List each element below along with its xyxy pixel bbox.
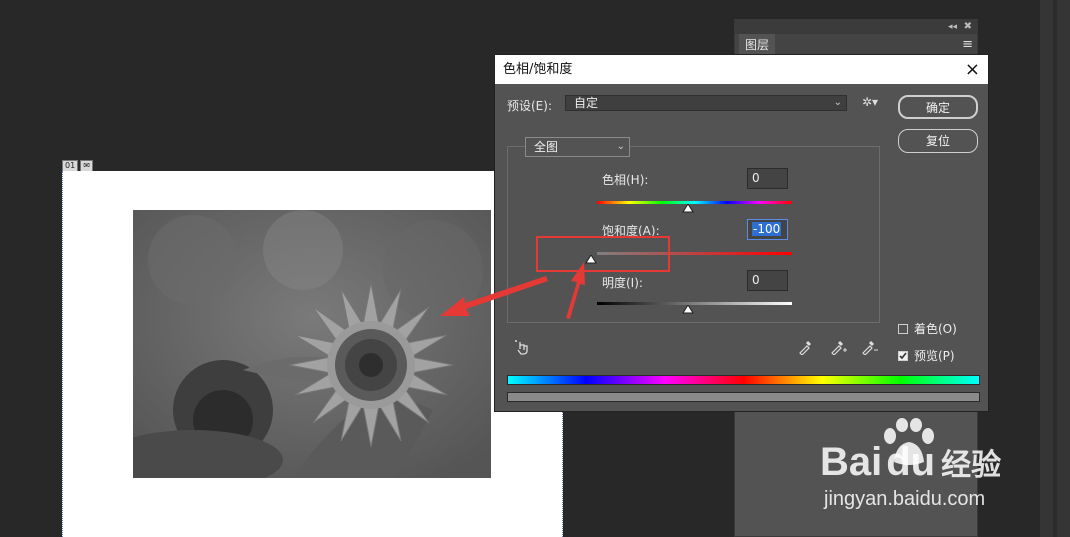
checkbox-box[interactable]: [898, 323, 908, 334]
close-icon[interactable]: ×: [965, 55, 980, 84]
preset-label: 预设(E):: [507, 99, 552, 113]
dialog-title: 色相/饱和度: [503, 62, 573, 77]
preset-dropdown[interactable]: 自定 ⌄: [565, 95, 847, 111]
right-panel-strip: [1040, 0, 1070, 537]
gear-icon[interactable]: ✲▾: [862, 95, 878, 109]
channel-dropdown[interactable]: 全图 ⌄: [525, 137, 630, 157]
chevron-down-icon: ⌄: [833, 97, 842, 108]
ok-button[interactable]: 确定: [898, 95, 978, 119]
baidu-watermark: Bai du 经验 jingyan.baidu.com: [820, 418, 1020, 528]
colorize-checkbox[interactable]: 着色(O): [898, 318, 957, 337]
document-tab: 01 ✉: [62, 160, 95, 172]
double-chevron-icon[interactable]: ◂◂: [948, 20, 957, 34]
output-color-spectrum: [507, 392, 980, 402]
hue-label: 色相(H):: [602, 173, 649, 187]
tab-layers[interactable]: 图层: [739, 34, 776, 56]
panel-menu-icon[interactable]: ≡: [962, 38, 973, 52]
watermark-url: jingyan.baidu.com: [824, 488, 986, 510]
channel-value: 全图: [534, 140, 559, 154]
hue-saturation-dialog: 色相/饱和度 × 预设(E): 自定 ⌄ ✲▾ 确定 复位 全图 ⌄ 色相(H)…: [494, 54, 989, 412]
preview-label: 预览(P): [914, 349, 955, 363]
saturation-input[interactable]: -100: [747, 219, 788, 240]
lightness-label: 明度(I):: [602, 276, 643, 290]
input-color-spectrum: [507, 375, 980, 385]
checkbox-checked[interactable]: [898, 350, 908, 361]
annotation-highlight-box: [536, 236, 670, 272]
reset-button[interactable]: 复位: [898, 129, 978, 153]
sunflower-photo: [133, 210, 491, 478]
preview-checkbox[interactable]: 预览(P): [898, 345, 955, 364]
eyedropper-icon[interactable]: [797, 339, 813, 359]
eyedropper-add-icon[interactable]: [829, 339, 847, 359]
dialog-titlebar[interactable]: 色相/饱和度 ×: [495, 55, 988, 84]
preset-value: 自定: [574, 96, 599, 110]
saturation-value: -100: [752, 222, 782, 236]
hue-slider-track[interactable]: [597, 201, 792, 204]
adjustment-group: [507, 146, 880, 323]
watermark-brand: Bai du 经验: [820, 440, 1002, 484]
colorize-label: 着色(O): [914, 322, 957, 336]
chevron-down-icon: ⌄: [616, 141, 625, 152]
lightness-slider-track[interactable]: [597, 302, 792, 305]
panel-topbar: ◂◂ ✖: [735, 20, 977, 34]
lightness-input[interactable]: 0: [747, 270, 788, 291]
hue-input[interactable]: 0: [747, 168, 788, 189]
eyedropper-subtract-icon[interactable]: [860, 339, 878, 359]
targeted-adjustment-icon[interactable]: [514, 339, 530, 359]
close-icon[interactable]: ✖: [964, 20, 972, 34]
